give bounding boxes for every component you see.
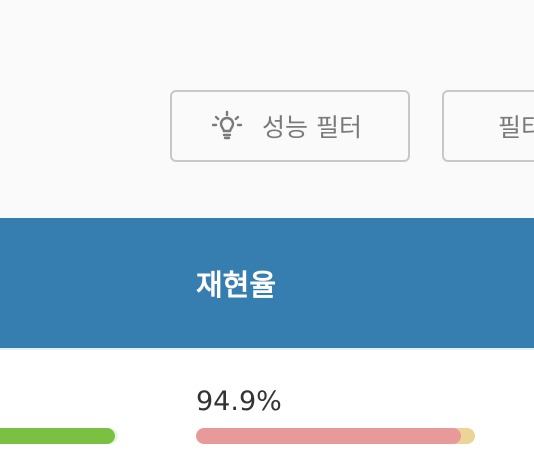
filter-button[interactable]: 필터 (442, 90, 534, 162)
recall-column-header[interactable]: 재현율 (196, 266, 276, 304)
recall-bar-fill (196, 428, 461, 444)
lightbulb-icon (210, 109, 244, 143)
left-metric-bar-fill (0, 428, 116, 444)
filter-toolbar: 성능 필터 필터 (0, 0, 534, 218)
left-metric-bar (0, 428, 118, 444)
filter-button-label: 필터 (498, 113, 534, 142)
recall-value: 94.9% (196, 386, 282, 417)
recall-bar (196, 428, 475, 444)
performance-filter-label: 성능 필터 (262, 113, 362, 142)
performance-filter-button[interactable]: 성능 필터 (170, 90, 410, 162)
row-divider (0, 348, 534, 350)
